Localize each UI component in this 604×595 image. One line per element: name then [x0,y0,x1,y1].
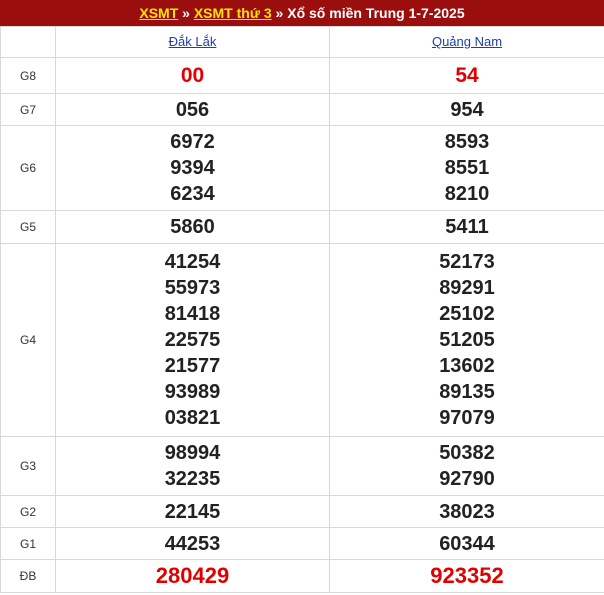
prize-number: 44253 [164,532,221,555]
prize-number: 8593 [444,131,490,153]
province-link-dak-lak[interactable]: Đắk Lắk [169,34,217,49]
prize-row-g1: G1 44253 60344 [0,527,604,560]
prize-cell: 923352 [329,559,604,593]
prize-number: 8551 [444,157,490,179]
prize-number: 954 [450,98,484,121]
prize-number: 6234 [170,183,215,205]
prize-number: 97079 [439,407,495,429]
prize-number: 21577 [164,355,221,377]
prize-cell: 50382 92790 [329,436,604,496]
prize-number: 92790 [439,468,495,490]
prize-row-g6: G6 6972 9394 6234 8593 8551 8210 [0,125,604,211]
results-panel: XSMT » XSMT thứ 3 » Xổ số miền Trung 1-7… [0,0,604,593]
prize-number: 5411 [445,216,489,238]
prize-number: 32235 [164,468,221,490]
prize-row-special: ĐB 280429 923352 [0,559,604,593]
prize-cell: 44253 [55,527,330,560]
prize-cell: 54 [329,57,604,94]
prize-number: 89291 [439,277,495,299]
prize-label: ĐB [0,559,56,593]
prize-number: 54 [455,63,479,87]
prize-row-g2: G2 22145 38023 [0,495,604,528]
prize-cell: 5860 [55,210,330,244]
prize-number: 89135 [439,381,495,403]
province-row: Đắk Lắk Quảng Nam [0,26,604,58]
prize-number: 41254 [164,251,221,273]
prize-cell: 5411 [329,210,604,244]
prize-number: 51205 [439,329,495,351]
prize-cell: 056 [55,93,330,126]
prize-cell: 280429 [55,559,330,593]
prize-row-g3: G3 98994 32235 50382 92790 [0,436,604,496]
prize-cell: 00 [55,57,330,94]
prize-cell: 60344 [329,527,604,560]
prize-number: 13602 [439,355,495,377]
breadcrumb-separator: » [178,5,194,21]
prize-number: 60344 [439,532,495,555]
prize-number: 38023 [439,500,495,523]
prize-number: 50382 [439,442,495,464]
prize-cell: 98994 32235 [55,436,330,496]
prize-number: 03821 [164,407,221,429]
prize-number: 98994 [164,442,221,464]
prize-row-g7: G7 056 954 [0,93,604,126]
prize-cell: 8593 8551 8210 [329,125,604,211]
xsmt-tuesday-link[interactable]: XSMT thứ 3 [194,5,272,21]
province-cell: Quảng Nam [329,26,604,58]
province-cell: Đắk Lắk [55,26,330,58]
prize-number: 22575 [164,329,221,351]
prize-cell: 52173 89291 25102 51205 13602 89135 9707… [329,243,604,437]
prize-number: 9394 [170,157,215,179]
prize-cell: 6972 9394 6234 [55,125,330,211]
prize-cell: 41254 55973 81418 22575 21577 93989 0382… [55,243,330,437]
prize-number: 55973 [164,277,221,299]
results-table: Đắk Lắk Quảng Nam G8 00 54 G7 056 954 G6… [0,26,604,593]
prize-number: 52173 [439,251,495,273]
prize-label: G4 [0,243,56,437]
prize-number: 056 [175,98,210,121]
prize-number: 5860 [170,216,215,238]
xsmt-link[interactable]: XSMT [139,5,178,21]
prize-row-g8: G8 00 54 [0,57,604,94]
prize-row-g5: G5 5860 5411 [0,210,604,244]
prize-label: G5 [0,210,56,244]
prize-label: G7 [0,93,56,126]
breadcrumb-separator: » [271,5,288,21]
prize-label: G1 [0,527,56,560]
prize-row-g4: G4 41254 55973 81418 22575 21577 93989 0… [0,243,604,437]
special-prize-number: 280429 [155,563,230,588]
prize-label: G6 [0,125,56,211]
prize-number: 93989 [164,381,221,403]
results-header: XSMT » XSMT thứ 3 » Xổ số miền Trung 1-7… [0,0,604,26]
corner-cell [0,26,56,58]
prize-number: 8210 [444,183,490,205]
prize-number: 00 [180,63,205,87]
results-title: Xổ số miền Trung 1-7-2025 [287,5,465,21]
prize-number: 22145 [164,500,221,523]
prize-cell: 38023 [329,495,604,528]
prize-number: 81418 [164,303,221,325]
prize-number: 25102 [439,303,495,325]
prize-label: G2 [0,495,56,528]
prize-cell: 954 [329,93,604,126]
prize-number: 6972 [170,131,215,153]
province-link-quang-nam[interactable]: Quảng Nam [432,34,502,49]
special-prize-number: 923352 [430,563,504,588]
prize-label: G3 [0,436,56,496]
prize-cell: 22145 [55,495,330,528]
prize-label: G8 [0,57,56,94]
